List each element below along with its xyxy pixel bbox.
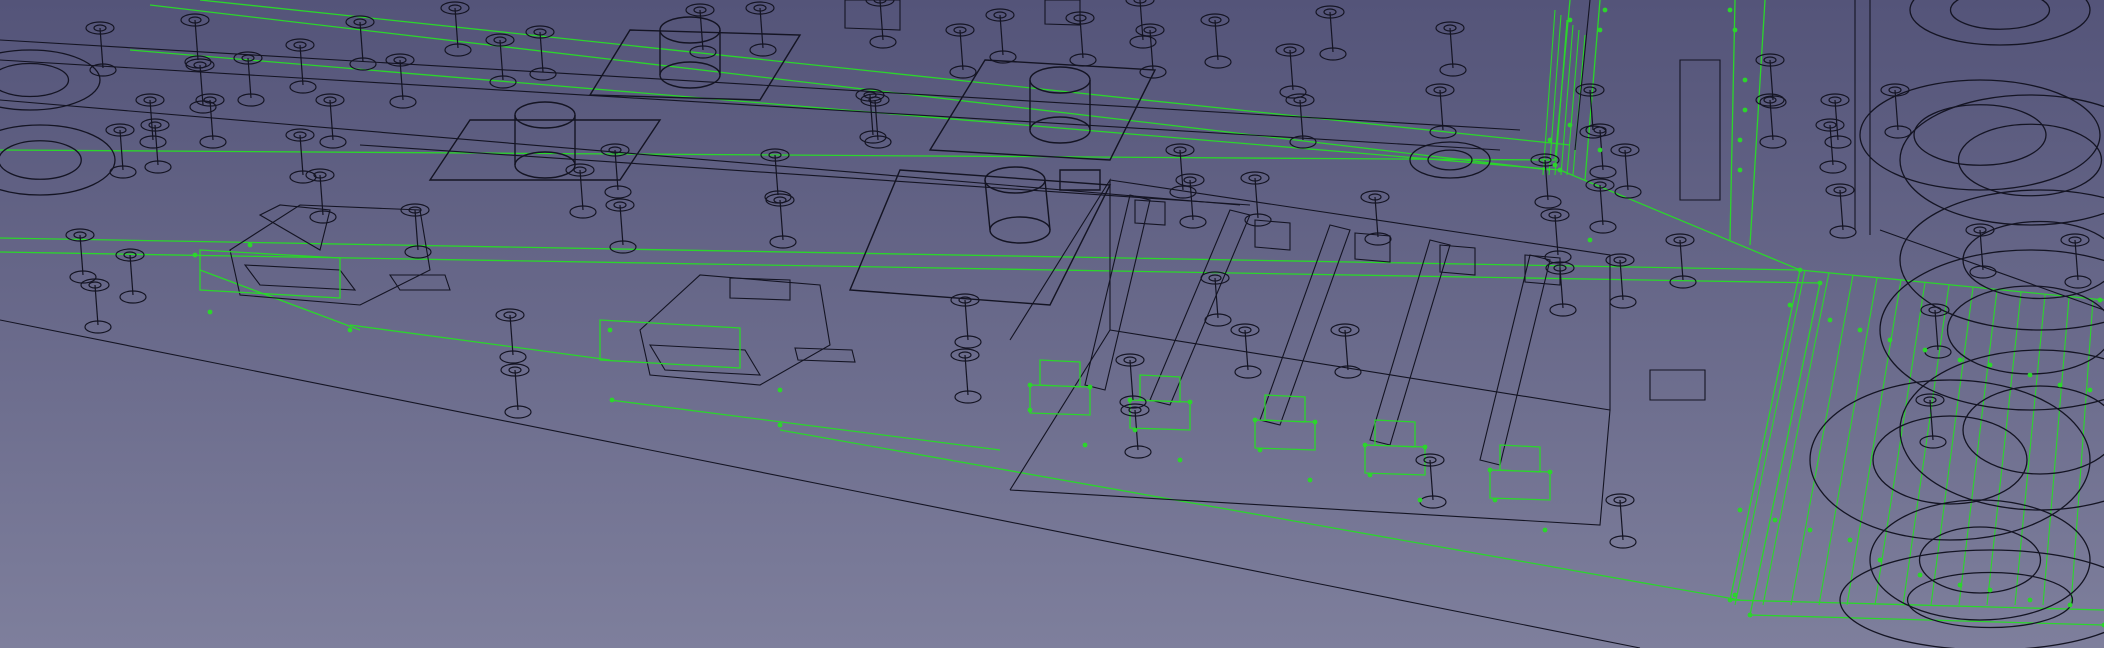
- vertex-dot: [1127, 397, 1133, 403]
- vertex-dot: [192, 252, 198, 258]
- vertex-dot: [1747, 612, 1753, 618]
- vertex-dot: [1187, 399, 1193, 405]
- vertex-dot: [1737, 137, 1743, 143]
- vertex-dot: [1362, 442, 1368, 448]
- vertex-dot: [777, 422, 783, 428]
- vertex-dot: [1422, 444, 1428, 450]
- vertex-dot: [1542, 527, 1548, 533]
- vertex-dot: [347, 327, 353, 333]
- vertex-dot: [2027, 372, 2033, 378]
- vertex-dot: [1557, 167, 1563, 173]
- vertex-dot: [607, 327, 613, 333]
- vertex-dot: [1917, 572, 1923, 578]
- vertex-dot: [1547, 137, 1553, 143]
- vertex-dot: [1587, 237, 1593, 243]
- wireframe-scene[interactable]: [0, 0, 2104, 648]
- vertex-dot: [1727, 597, 1733, 603]
- vertex-dot: [1857, 327, 1863, 333]
- vertex-dot: [2087, 387, 2093, 393]
- vertex-dot: [1597, 147, 1603, 153]
- vertex-dot: [1922, 347, 1928, 353]
- vertex-dot: [1027, 407, 1033, 413]
- vertex-dot: [1257, 447, 1263, 453]
- vertex-dot: [247, 242, 253, 248]
- vertex-dot: [207, 309, 213, 315]
- vertex-dot: [777, 387, 783, 393]
- vertex-dot: [1797, 267, 1803, 273]
- vertex-dot: [1727, 7, 1733, 13]
- vertex-dot: [609, 397, 615, 403]
- vertex-dot: [1817, 280, 1823, 286]
- vertex-dot: [2097, 297, 2103, 303]
- vertex-dot: [1567, 122, 1573, 128]
- vertex-dot: [1252, 417, 1258, 423]
- vertex-dot: [1742, 107, 1748, 113]
- vertex-dot: [1737, 167, 1743, 173]
- vertex-dot: [1742, 77, 1748, 83]
- vertex-dot: [1732, 27, 1738, 33]
- vertex-dot: [1987, 362, 1993, 368]
- vertex-dot: [1847, 537, 1853, 543]
- vertex-dot: [1567, 17, 1573, 23]
- vertex-dot: [1417, 497, 1423, 503]
- vertex-dot: [1312, 419, 1318, 425]
- vertex-dot: [1487, 467, 1493, 473]
- vertex-dot: [1082, 442, 1088, 448]
- cad-3d-viewport[interactable]: [0, 0, 2104, 648]
- vertex-dot: [2067, 602, 2073, 608]
- vertex-dot: [1807, 527, 1813, 533]
- vertex-dot: [1602, 7, 1608, 13]
- vertex-dot: [1987, 587, 1993, 593]
- vertex-dot: [1732, 592, 1738, 598]
- vertex-dot: [2027, 597, 2033, 603]
- vertex-dot: [1957, 582, 1963, 588]
- vertex-dot: [2057, 382, 2063, 388]
- vertex-dot: [1887, 337, 1893, 343]
- vertex-dot: [1827, 317, 1833, 323]
- vertex-dot: [1737, 507, 1743, 513]
- vertex-dot: [1877, 557, 1883, 563]
- vertex-dot: [1087, 384, 1093, 390]
- vertex-dot: [1367, 472, 1373, 478]
- vertex-dot: [1957, 357, 1963, 363]
- vertex-dot: [1027, 382, 1033, 388]
- vertex-dot: [1597, 27, 1603, 33]
- vertex-dot: [1307, 477, 1313, 483]
- vertex-dot: [1787, 302, 1793, 308]
- vertex-dot: [1492, 497, 1498, 503]
- vertex-dot: [1177, 457, 1183, 463]
- vertex-dot: [1552, 162, 1558, 168]
- vertex-dot: [1547, 469, 1553, 475]
- vertex-dot: [1132, 427, 1138, 433]
- vertex-dot: [1772, 517, 1778, 523]
